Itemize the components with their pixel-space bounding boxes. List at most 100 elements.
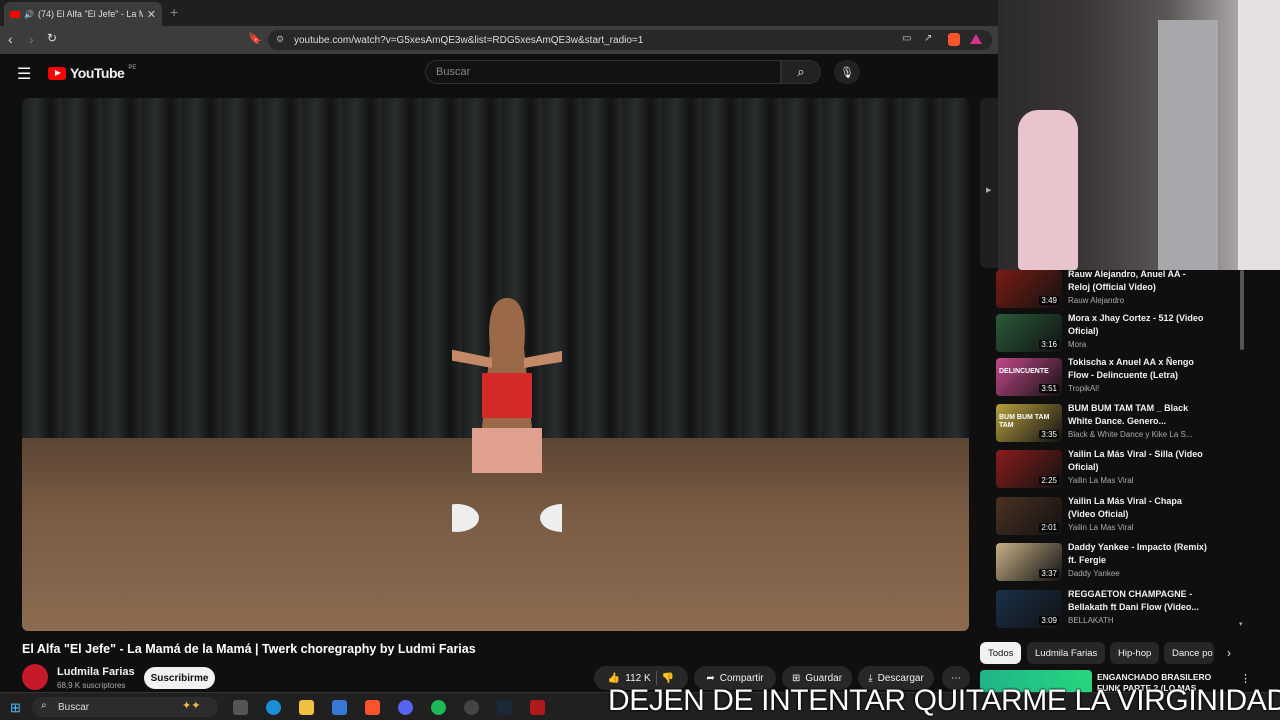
video-duration: 2:25 [1039,476,1059,485]
brave-icon[interactable] [365,700,380,715]
scroll-down-icon[interactable]: ▾ [1239,620,1243,628]
voice-search-button[interactable]: 🎙 [834,60,860,84]
close-tab-icon[interactable]: ✕ [147,8,156,21]
video-item-channel: Rauw Alejandro [1068,296,1125,305]
video-title: El Alfa "El Jefe" - La Mamá de la Mamá |… [22,642,476,656]
forward-icon[interactable]: › [29,31,34,47]
video-thumbnail[interactable]: 3:37 [996,543,1062,581]
menu-icon[interactable]: ☰ [17,64,31,84]
playlist-item[interactable]: 3:49 Rauw Alejandro, Anuel AA - Reloj (Of… [996,268,1246,314]
video-duration: 3:16 [1039,340,1059,349]
playlist-scrollbar[interactable] [1240,270,1244,350]
stream-overlay-text: DEJEN DE INTENTAR QUITARME LA VIRGINIDAD [608,684,1280,717]
brave-rewards-icon[interactable] [970,34,982,44]
video-duration: 3:35 [1039,430,1059,439]
playlist-item[interactable]: 2:01 Yailin La Más Viral - Chapa (Video O… [996,495,1246,541]
logo-text: YouTube [70,65,125,81]
playlist-item[interactable]: 2:25 Yailin La Más Viral - Silla (Video O… [996,448,1246,494]
video-item-title[interactable]: Tokischa x Anuel AA x Ñengo Flow - Delin… [1068,356,1208,382]
playlist-item[interactable]: DELINCUENTE 3:51 Tokischa x Anuel AA x Ñen… [996,356,1246,402]
bookmark-icon[interactable]: 🔖 [248,32,262,45]
brave-shield-icon[interactable] [948,33,960,46]
task-view-icon[interactable] [233,700,248,715]
video-item-title[interactable]: REGGAETON CHAMPAGNE - Bellakath ft Dani … [1068,588,1208,614]
tab-title: (74) El Alfa "El Jefe" - La Mam [37,9,143,19]
save-icon: ⊞ [791,672,801,684]
video-item-title[interactable]: Yailin La Más Viral - Silla (Video Ofici… [1068,448,1208,474]
video-duration: 3:51 [1039,384,1059,393]
video-item-title[interactable]: Rauw Alejandro, Anuel AA - Reloj (Offici… [1068,268,1208,294]
share-label: Compartir [719,672,764,684]
video-thumbnail[interactable]: 3:49 [996,270,1062,308]
game-icon[interactable] [530,700,545,715]
chip-todos[interactable]: Todos [980,642,1022,664]
video-item-channel: Yailin La Mas Viral [1068,476,1134,485]
video-thumbnail[interactable]: 2:25 [996,450,1062,488]
like-button[interactable]: 👍 112 K [608,673,651,684]
video-thumbnail[interactable]: DELINCUENTE 3:51 [996,358,1062,396]
dislike-button[interactable]: 👎 [662,673,674,684]
play-indicator-icon: ▶ [986,187,992,194]
address-bar[interactable]: ⚙ youtube.com/watch?v=G5xesAmQE3w&list=R… [268,30,992,50]
url-text: youtube.com/watch?v=G5xesAmQE3w&list=RDG… [294,34,644,46]
video-item-channel: Black & White Dance y Kike La S... [1068,430,1193,439]
taskbar-search-label: Buscar [58,701,90,713]
video-thumbnail[interactable]: BUM BUM TAM TAM 3:35 [996,404,1062,442]
playlist-item[interactable]: 3:37 Daddy Yankee - Impacto (Remix) ft. F… [996,541,1246,587]
video-duration: 2:01 [1039,523,1059,532]
edge-icon[interactable] [266,700,281,715]
download-icon: ⤓ [868,672,873,684]
video-item-title[interactable]: Daddy Yankee - Impacto (Remix) ft. Fergi… [1068,541,1208,567]
obs-icon[interactable] [464,700,479,715]
windows-start-icon[interactable]: ⊞ [10,700,21,716]
divider [655,671,657,685]
taskbar-search-icon: ⌕ [41,700,47,711]
chevron-right-icon[interactable]: › [1227,646,1231,660]
file-explorer-icon[interactable] [299,700,314,715]
cast-icon[interactable]: ▭ [902,33,911,44]
playlist-header-panel: ▶ [980,98,998,268]
video-thumbnail[interactable]: 2:01 [996,497,1062,535]
chip-hiphop[interactable]: Hip-hop [1110,642,1160,664]
video-item-channel: Yailin La Mas Viral [1068,523,1134,532]
thumbnail-caption: BUM BUM TAM TAM [999,414,1050,429]
site-info-icon[interactable]: ⚙ [276,34,284,45]
video-thumbnail[interactable]: 3:09 [996,590,1062,628]
spotify-icon[interactable] [431,700,446,715]
playlist-item[interactable]: 3:16 Mora x Jhay Cortez - 512 (Video Ofic… [996,312,1246,358]
video-item-channel: BELLAKATH [1068,616,1114,625]
video-item-title[interactable]: Yailin La Más Viral - Chapa (Video Ofici… [1068,495,1208,521]
youtube-play-icon [48,66,66,80]
playlist-item[interactable]: 3:09 REGGAETON CHAMPAGNE - Bellakath ft D… [996,588,1246,634]
webcam-shelf [1238,0,1280,270]
share-page-icon[interactable]: ↗ [924,33,932,44]
speaker-icon[interactable]: 🔊 [24,10,34,19]
taskbar-search[interactable]: ⌕ Buscar ✦✦ [32,697,218,717]
video-player[interactable] [22,98,969,631]
chip-channel[interactable]: Ludmila Farias [1027,642,1106,664]
video-item-title[interactable]: Mora x Jhay Cortez - 512 (Video Oficial) [1068,312,1208,338]
like-count: 112 K [625,672,651,684]
sparkle-icon: ✦✦ [182,700,201,712]
webcam-chair [1018,110,1078,270]
browser-tab[interactable]: 🔊 (74) El Alfa "El Jefe" - La Mam ✕ [4,2,162,26]
video-item-title[interactable]: BUM BUM TAM TAM _ Black White Dance. Gen… [1068,402,1208,428]
new-tab-icon[interactable]: + [170,4,178,20]
discord-icon[interactable] [398,700,413,715]
search-input[interactable]: Buscar [425,60,781,84]
channel-avatar[interactable] [22,664,48,690]
chip-dance[interactable]: Dance po [1164,642,1214,664]
reload-icon[interactable]: ↻ [47,31,57,45]
subscriber-count: 68,9 K suscriptores [57,681,126,690]
webcam-door [1158,20,1218,270]
mail-icon[interactable] [332,700,347,715]
subscribe-button[interactable]: Suscribirme [144,667,215,689]
youtube-logo[interactable]: YouTube PE [48,65,136,81]
thumbnail-caption: DELINCUENTE [999,368,1049,375]
video-thumbnail[interactable]: 3:16 [996,314,1062,352]
search-button[interactable]: ⌕ [781,60,821,84]
channel-name[interactable]: Ludmila Farias [57,666,135,678]
playlist-item[interactable]: BUM BUM TAM TAM 3:35 BUM BUM TAM TAM _ Bla… [996,402,1246,448]
back-icon[interactable]: ‹ [8,31,13,47]
steam-icon[interactable] [497,700,512,715]
